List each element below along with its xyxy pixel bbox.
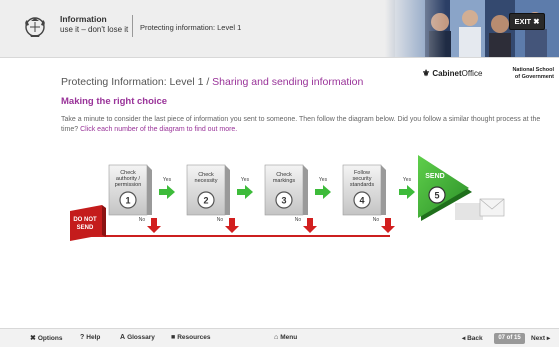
header-divider — [132, 15, 133, 37]
glossary-icon: A — [120, 334, 126, 341]
header-title: Information — [60, 14, 107, 24]
step-4-no-arrow — [381, 218, 395, 233]
decision-diagram: DO NOT SEND Check authority / permission… — [70, 155, 505, 241]
step-2-number: 2 — [203, 196, 208, 206]
step-1: Check authority / permission 1 No Yes — [108, 164, 175, 233]
step-1-yes-label: Yes — [163, 177, 172, 183]
course-window: Information use it – don't lose it Prote… — [0, 0, 559, 347]
header-subtitle: use it – don't lose it — [60, 25, 129, 34]
step-2-label-2: necessity — [195, 178, 218, 184]
step-1-no-arrow — [147, 218, 161, 233]
course-name: Protecting information: Level 1 — [140, 23, 242, 32]
next-button[interactable]: Next ▸ — [531, 334, 550, 342]
options-button[interactable]: ✖ Options — [30, 334, 62, 342]
breadcrumb-topic: Sharing and sending information — [212, 76, 364, 88]
send-number-button[interactable]: 5 — [428, 186, 446, 204]
cabinet-logo-suffix: Office — [461, 69, 483, 78]
header-bar: Information use it – don't lose it Prote… — [0, 0, 559, 58]
step-1-number: 1 — [125, 196, 130, 206]
step-4-yes-arrow — [399, 185, 415, 199]
step-2-yes-label: Yes — [241, 177, 250, 183]
do-not-send-line-1: DO NOT — [73, 217, 97, 223]
exit-button[interactable]: EXIT ✖ — [509, 13, 545, 30]
page-counter: 07 of 15 — [494, 333, 525, 344]
glossary-label: Glossary — [127, 334, 155, 341]
step-1-no-label: No — [139, 217, 146, 223]
step-2: Check necessity 2 No Yes — [186, 164, 253, 233]
step-1-number-button[interactable]: 1 — [119, 191, 137, 209]
nsg-line-2: of Government — [514, 73, 554, 80]
briefcase-icon: ■ — [171, 334, 176, 341]
step-4-label-3: standards — [350, 182, 374, 188]
cabinet-logo-prefix: Cabinet — [432, 69, 462, 78]
glossary-button[interactable]: A Glossary — [120, 334, 155, 341]
step-4-number: 4 — [359, 196, 364, 206]
step-4: Follow security standards 4 No Yes — [342, 164, 415, 233]
step-3-yes-label: Yes — [319, 177, 328, 183]
step-3-no-arrow — [303, 218, 317, 233]
send-number: 5 — [434, 191, 439, 201]
page-heading: Making the right choice — [61, 96, 168, 107]
step-3-label-2: markings — [273, 178, 296, 184]
breadcrumb-level: Protecting Information: Level 1 / — [61, 76, 213, 88]
cabinet-office-logo: ⚜ CabinetOffice — [422, 68, 482, 79]
step-1-yes-arrow — [159, 185, 175, 199]
royal-crest-icon — [25, 17, 45, 37]
resources-button[interactable]: ■ Resources — [171, 334, 210, 341]
options-label: Options — [37, 335, 63, 342]
send-label: SEND — [425, 173, 444, 180]
step-1-label-3: permission — [115, 182, 142, 188]
envelope-icon — [455, 198, 505, 220]
menu-button[interactable]: ⌂ Menu — [274, 334, 297, 341]
step-3-yes-arrow — [315, 185, 331, 199]
instruction-text: Take a minute to consider the last piece… — [61, 115, 551, 134]
step-2-yes-arrow — [237, 185, 253, 199]
footer-toolbar: ✖ Options ? Help A Glossary ■ Resources ⌂ Men… — [0, 328, 559, 347]
crest-icon: ⚜ — [422, 68, 431, 78]
help-button[interactable]: ? Help — [80, 334, 100, 341]
step-3-number-button[interactable]: 3 — [275, 191, 293, 209]
instruction-link[interactable]: Click each number of the diagram to find… — [80, 126, 237, 133]
resources-label: Resources — [177, 334, 211, 341]
breadcrumb: Protecting Information: Level 1 / Sharin… — [61, 76, 363, 88]
step-2-no-arrow — [225, 218, 239, 233]
step-3: Check markings 3 No Yes — [264, 164, 331, 233]
step-2-no-label: No — [217, 217, 224, 223]
step-4-yes-label: Yes — [403, 177, 412, 183]
help-label: Help — [86, 334, 101, 341]
step-4-number-button[interactable]: 4 — [353, 191, 371, 209]
back-button[interactable]: ◂ Back — [462, 334, 483, 342]
step-2-number-button[interactable]: 2 — [197, 191, 215, 209]
do-not-send-line-2: SEND — [77, 225, 94, 231]
help-icon: ? — [80, 334, 85, 341]
wrench-icon: ✖ — [30, 335, 36, 342]
national-school-logo: National School of Government — [494, 67, 554, 80]
home-icon: ⌂ — [274, 334, 279, 341]
step-3-number: 3 — [281, 196, 286, 206]
step-3-no-label: No — [295, 217, 302, 223]
step-4-no-label: No — [373, 217, 380, 223]
menu-label: Menu — [280, 334, 298, 341]
